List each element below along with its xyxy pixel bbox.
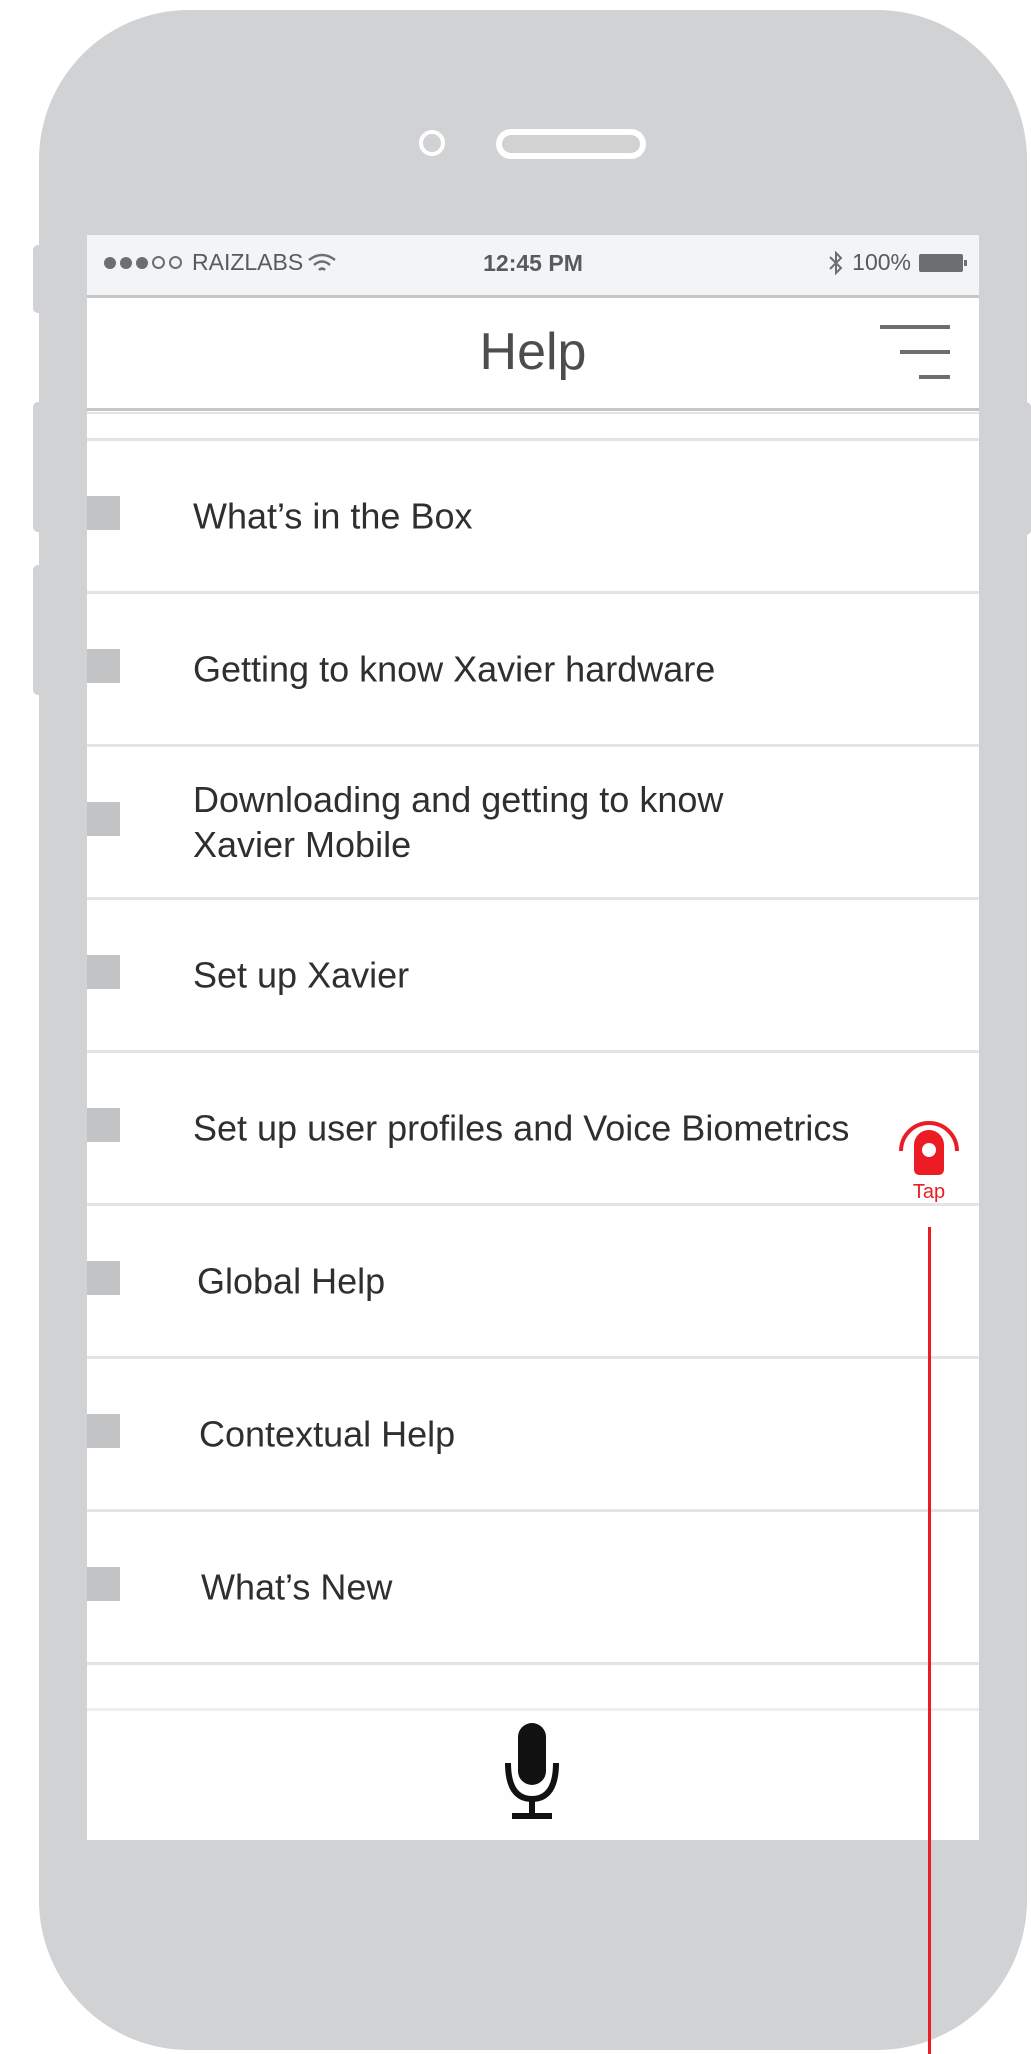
item-marker-icon xyxy=(87,1108,120,1142)
divider xyxy=(87,412,979,414)
help-item-label: What’s in the Box xyxy=(193,495,473,537)
phone-screen: RAIZLABS 12:45 PM 100% Help What’s in th… xyxy=(87,235,979,1840)
help-item[interactable]: What’s in the Box xyxy=(87,438,979,591)
help-item[interactable]: Global Help xyxy=(87,1203,979,1356)
speaker-grille xyxy=(496,129,646,159)
help-item-label: Global Help xyxy=(197,1260,386,1302)
help-item[interactable]: Contextual Help xyxy=(87,1356,979,1509)
item-marker-icon xyxy=(87,1261,120,1295)
page-title: Help xyxy=(479,323,587,381)
hamburger-menu-icon[interactable] xyxy=(880,325,950,381)
battery-icon xyxy=(919,253,967,272)
help-item[interactable]: What’s New xyxy=(87,1509,979,1662)
status-bar: RAIZLABS 12:45 PM 100% xyxy=(87,235,979,295)
tap-label: Tap xyxy=(912,1181,946,1203)
help-item[interactable]: Set up Xavier xyxy=(87,897,979,1050)
microphone-icon[interactable] xyxy=(504,1723,560,1823)
item-marker-icon xyxy=(87,1567,120,1601)
help-topics-list: What’s in the Box Getting to know Xavier… xyxy=(87,412,979,1665)
divider xyxy=(87,1662,979,1665)
help-item-label: Getting to know Xavier hardware xyxy=(193,648,716,690)
item-marker-icon xyxy=(87,496,120,530)
item-marker-icon xyxy=(87,1414,120,1448)
mute-switch xyxy=(33,245,43,313)
power-button xyxy=(1020,402,1031,535)
tap-icon xyxy=(899,1121,959,1175)
help-item[interactable]: Downloading and getting to know Xavier M… xyxy=(87,744,979,897)
help-item-label: Downloading and getting to know Xavier M… xyxy=(193,779,724,865)
help-item-label: Set up Xavier xyxy=(193,954,410,996)
help-item[interactable]: Getting to know Xavier hardware xyxy=(87,591,979,744)
bluetooth-icon xyxy=(829,250,843,275)
help-item[interactable]: Set up user profiles and Voice Biometric… xyxy=(87,1050,979,1203)
camera-icon xyxy=(419,130,445,156)
volume-up-button xyxy=(33,402,43,532)
help-item-label: Contextual Help xyxy=(199,1413,456,1455)
item-marker-icon xyxy=(87,802,120,836)
help-item-label: What’s New xyxy=(201,1566,393,1608)
annotation-line xyxy=(928,1227,931,2054)
volume-down-button xyxy=(33,565,43,695)
help-item-label: Set up user profiles and Voice Biometric… xyxy=(193,1107,850,1149)
battery-percent: 100% xyxy=(852,249,911,275)
item-marker-icon xyxy=(87,649,120,683)
nav-bar: Help xyxy=(87,295,979,411)
tap-gesture-annotation: Tap xyxy=(898,1117,960,1207)
status-right: 100% xyxy=(828,249,967,276)
item-marker-icon xyxy=(87,955,120,989)
voice-input-bar xyxy=(87,1708,979,1840)
